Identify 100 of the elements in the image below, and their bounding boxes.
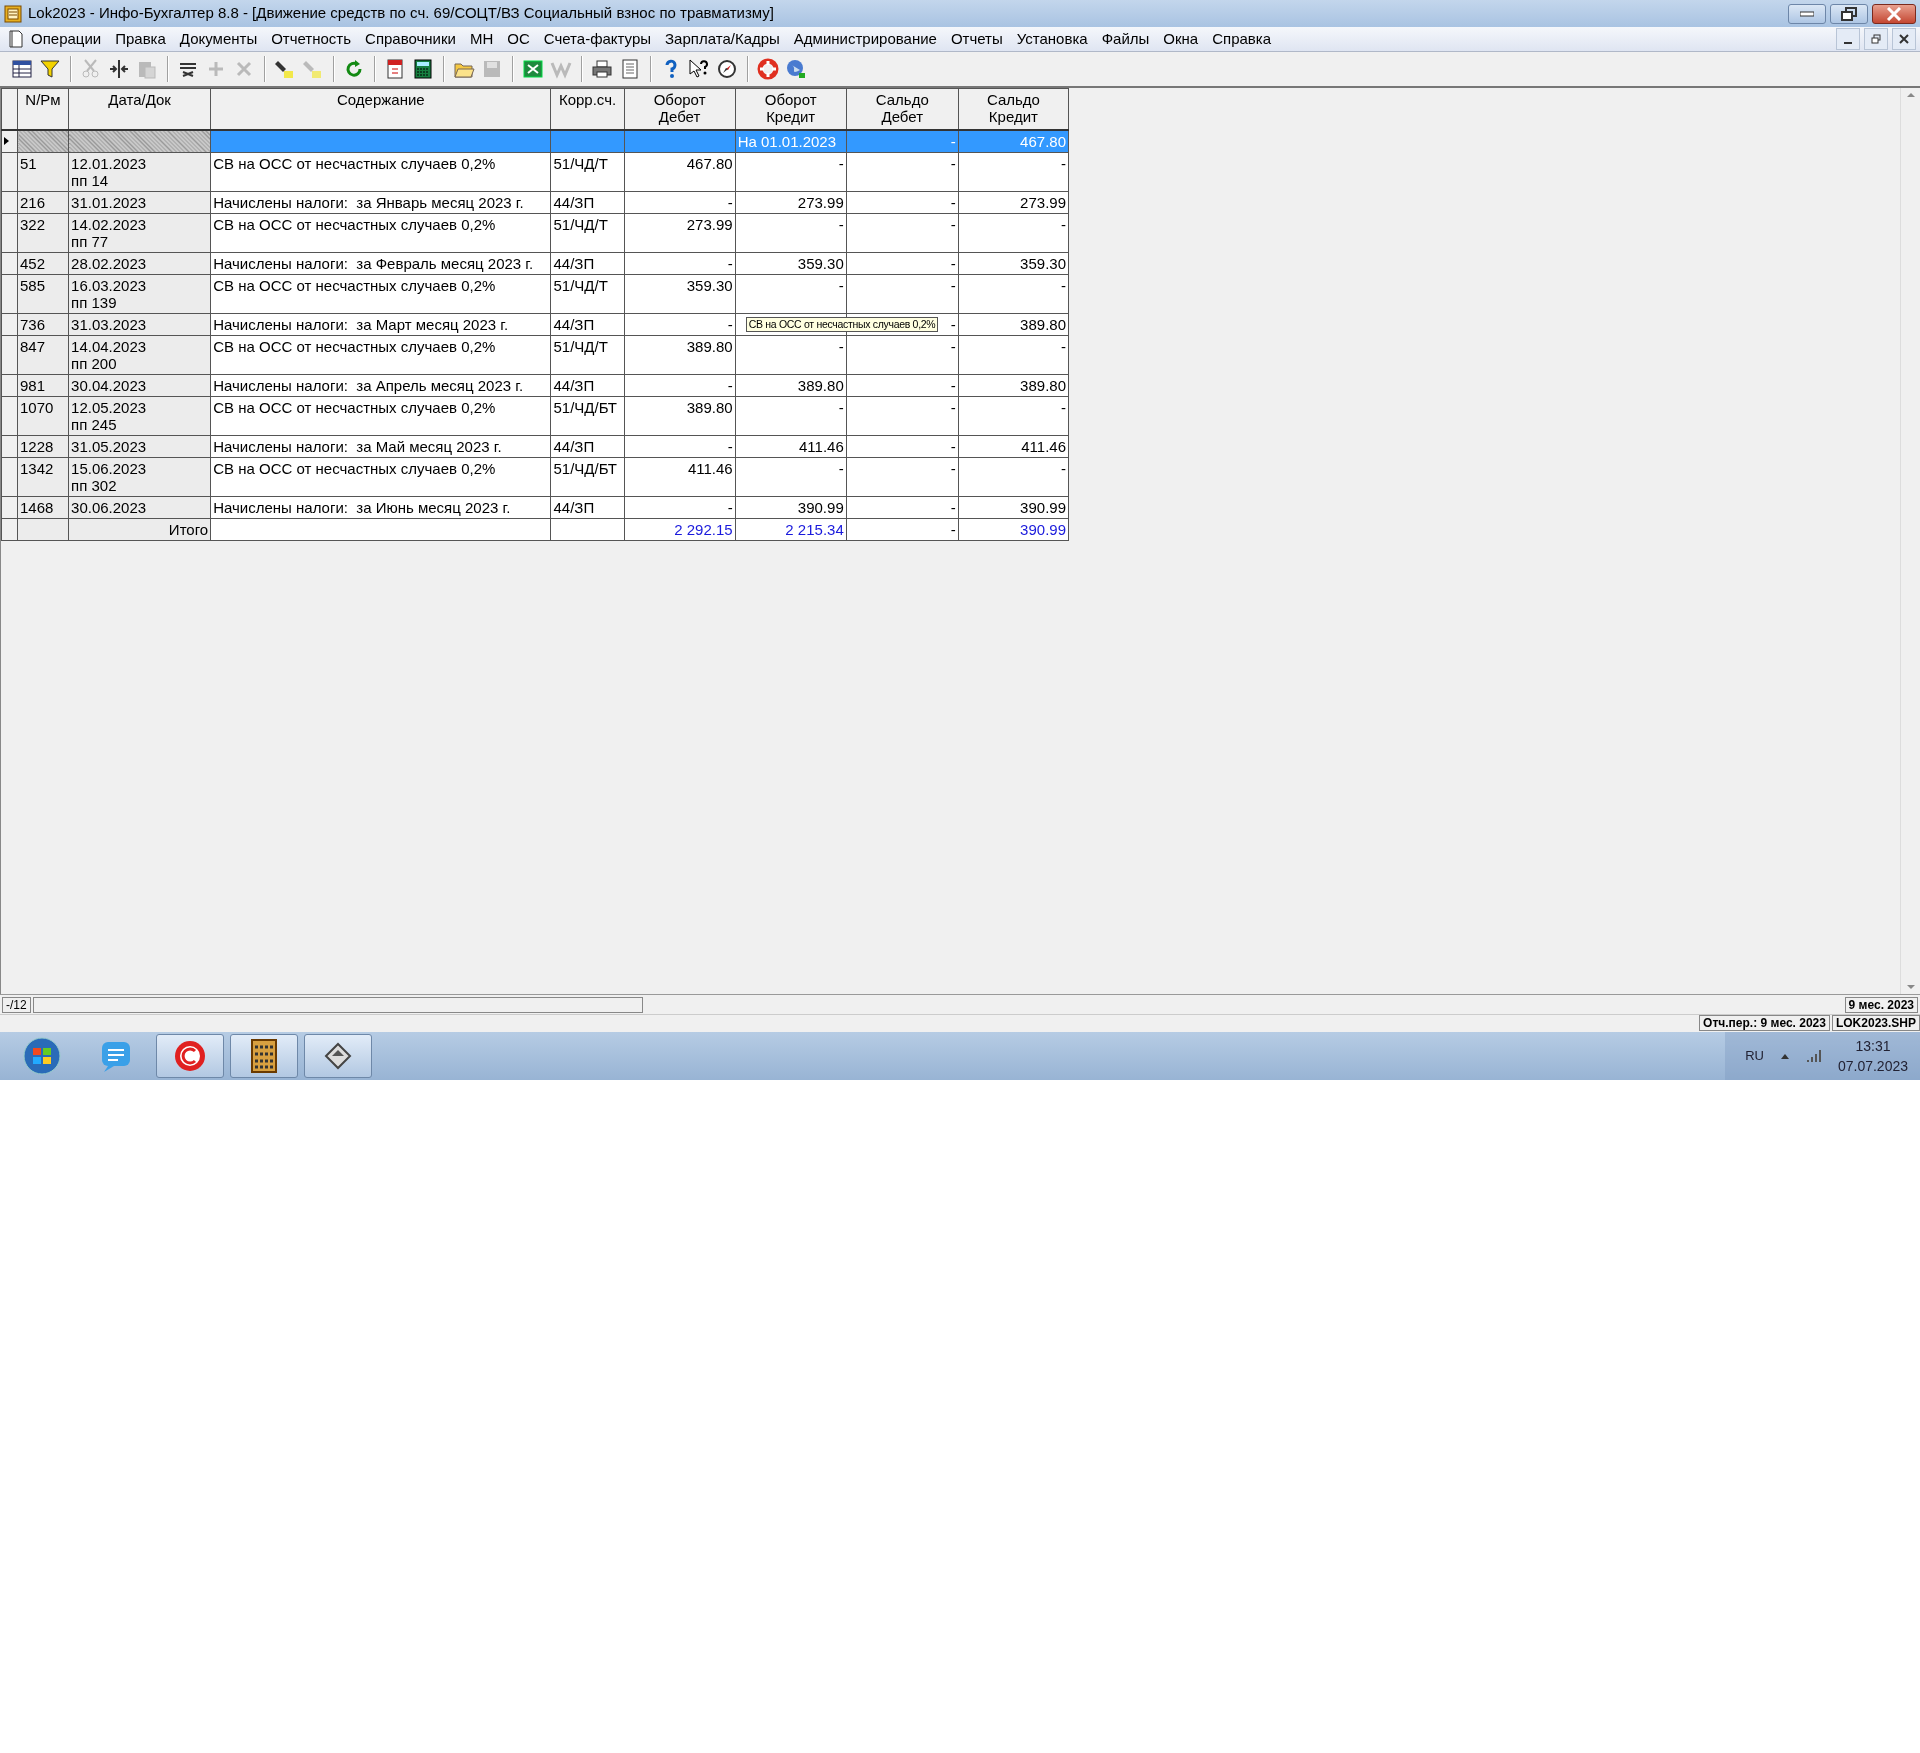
minimize-button[interactable]: [1836, 28, 1860, 50]
table-cell: Начислены налоги: за Январь месяц 2023 г.: [213, 193, 524, 211]
table-cell: Итого: [168, 520, 209, 538]
page-icon[interactable]: [619, 58, 641, 80]
table-cell: 467.80: [686, 154, 733, 172]
restore-button[interactable]: [1830, 3, 1868, 24]
window-title: Lok2023 - Инфо-Бухгалтер 8.8 - [Движение средств по сч. 69/СОЦТ/ВЗ Социальный взнос по травматизму]: [28, 3, 774, 24]
close-button[interactable]: [1872, 3, 1916, 24]
column-header[interactable]: Корр.сч.: [551, 88, 625, 130]
table-cell: -: [950, 315, 956, 333]
table-cell: 30.06.2023: [71, 498, 147, 516]
table-cell: 322: [20, 215, 46, 233]
menu-item[interactable]: Операции: [24, 27, 109, 51]
table-cell: 12.05.2023 пп 245: [71, 398, 147, 433]
table-cell: -: [950, 215, 956, 233]
table-cell: -: [950, 520, 956, 538]
column-header[interactable]: Сальдо Дебет: [846, 88, 959, 130]
table-cell: 16.03.2023 пп 139: [71, 276, 147, 311]
column-header[interactable]: N/Рм: [17, 88, 69, 130]
table-cell: 452: [20, 254, 46, 272]
column-header[interactable]: Содержание: [210, 88, 551, 130]
menu-item[interactable]: Документы: [172, 27, 265, 51]
menu-item[interactable]: МН: [462, 27, 501, 51]
menu-item[interactable]: Администрирование: [786, 27, 944, 51]
tooltip: СВ на ОСС от несчастных случаев 0,2%: [745, 316, 939, 332]
close-icon: [1899, 34, 1909, 44]
table-cell: 28.02.2023: [71, 254, 147, 272]
table-cell: -: [838, 276, 844, 294]
table-cell: 585: [20, 276, 46, 294]
pointer-help-icon[interactable]: [688, 58, 710, 80]
column-header[interactable]: Сальдо Кредит: [958, 88, 1069, 130]
language-indicator[interactable]: RU: [1745, 1046, 1764, 1066]
scroll-up-icon[interactable]: [1905, 92, 1916, 98]
clock-time[interactable]: 13:31: [1837, 1036, 1908, 1056]
table-cell: 981: [20, 376, 46, 394]
column-header[interactable]: Оборот Кредит: [735, 88, 847, 130]
table-cell: 390.99: [1020, 498, 1066, 516]
clock-date[interactable]: 07.07.2023: [1837, 1056, 1908, 1076]
table-cell: 411.46: [687, 459, 733, 477]
calculator-icon[interactable]: [412, 58, 434, 80]
printer-icon[interactable]: [591, 58, 613, 80]
table-cell: 2 292.15: [674, 520, 733, 538]
calendar-icon[interactable]: [384, 58, 406, 80]
menu-item[interactable]: Счета-фактуры: [536, 27, 659, 51]
menu-item[interactable]: Справка: [1205, 27, 1279, 51]
minimize-icon: [1844, 42, 1852, 44]
table-cell: Начислены налоги: за Апрель месяц 2023 г.: [213, 376, 524, 394]
status-text: Отч.пер.: 9 мес. 2023: [1699, 1015, 1830, 1031]
table-cell: -: [1061, 459, 1066, 477]
table-cell: -: [838, 337, 844, 355]
table-cell: 31.01.2023: [71, 193, 147, 211]
table-cell: Начислены налоги: за Май месяц 2023 г.: [213, 437, 502, 455]
table-cell: 30.04.2023: [71, 376, 147, 394]
table-cell: СВ на ОСС от несчастных случаев 0,2%: [213, 154, 496, 172]
spreadsheet-icon[interactable]: [522, 58, 544, 80]
table-cell: 273.99: [797, 193, 844, 211]
menu-item[interactable]: Зарплата/Кадры: [658, 27, 787, 51]
compass-icon[interactable]: [716, 58, 738, 80]
table-cell: 847: [20, 337, 46, 355]
table-cell: 14.04.2023 пп 200: [71, 337, 147, 372]
table-cell: 44/ЗП: [553, 193, 595, 211]
table-cell: 359.30: [686, 276, 733, 294]
column-header[interactable]: Оборот Дебет: [624, 88, 736, 130]
table-icon[interactable]: [11, 58, 33, 80]
lifebuoy-icon[interactable]: [757, 58, 779, 80]
table-cell: 467.80: [1020, 132, 1066, 150]
record-counter: -/12: [2, 996, 31, 1013]
marker-icon[interactable]: [274, 58, 296, 80]
menu-item[interactable]: Правка: [108, 27, 173, 51]
close-icon: [1886, 6, 1902, 21]
split-icon[interactable]: [108, 58, 130, 80]
menu-item[interactable]: Файлы: [1094, 27, 1157, 51]
menu-item[interactable]: Окна: [1156, 27, 1206, 51]
table-cell: -: [1061, 398, 1066, 416]
table-cell: -: [838, 398, 844, 416]
filter-icon[interactable]: [39, 58, 61, 80]
app-icon: [4, 4, 22, 23]
table-cell: СВ на ОСС от несчастных случаев 0,2%: [213, 337, 496, 355]
table-cell: 51/ЧД/Т: [553, 154, 608, 172]
table-cell: СВ на ОСС от несчастных случаев 0,2%: [213, 276, 496, 294]
table-cell: 389.80: [1020, 376, 1066, 394]
menu-item[interactable]: Отчетность: [264, 27, 359, 51]
column-header[interactable]: Дата/Док: [68, 88, 211, 130]
table-cell: 216: [20, 193, 46, 211]
table-cell: -: [950, 398, 956, 416]
table-cell: -: [727, 376, 733, 394]
menu-item[interactable]: Отчеты: [943, 27, 1010, 51]
signal-icon[interactable]: [1805, 1049, 1822, 1063]
table-cell: -: [950, 459, 956, 477]
tray-arrow-icon[interactable]: [1779, 1052, 1790, 1060]
table-cell: 14.02.2023 пп 77: [71, 215, 147, 250]
table-cell: 2 215.34: [785, 520, 844, 538]
menu-item[interactable]: ОС: [500, 27, 537, 51]
ring-icon[interactable]: [172, 1038, 208, 1074]
table-cell: -: [727, 254, 733, 272]
table-cell: -: [727, 437, 733, 455]
menu-item[interactable]: Установка: [1009, 27, 1095, 51]
table-cell: 1228: [20, 437, 54, 455]
scroll-down-icon[interactable]: [1905, 984, 1916, 990]
menu-item[interactable]: Справочники: [358, 27, 463, 51]
